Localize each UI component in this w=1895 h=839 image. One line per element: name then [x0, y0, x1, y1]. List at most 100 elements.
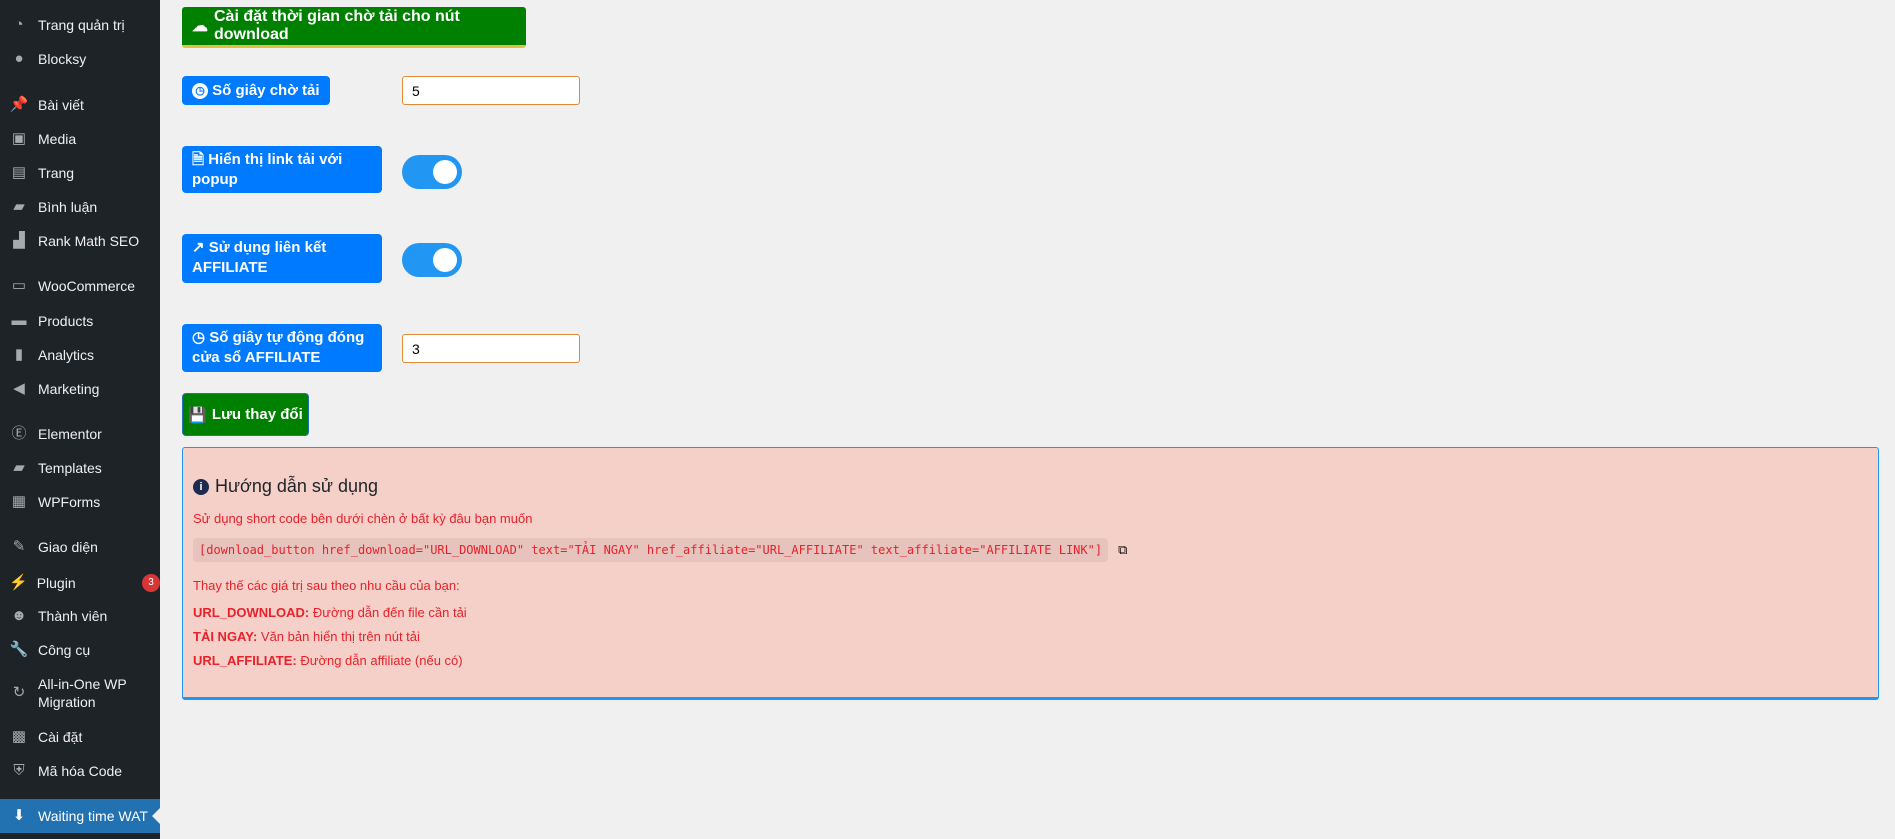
param-key: TẢI NGAY: [193, 629, 258, 644]
admin-sidebar: ◔ Trang quản trị ● Blocksy 📌 Bài viết ▣ Media ▤ T… [0, 0, 160, 839]
media-icon: ▣ [11, 130, 27, 147]
products-icon: ▬ [11, 312, 27, 329]
param-desc: Đường dẫn đến file cần tải [309, 605, 467, 620]
update-count-badge: 3 [142, 574, 160, 592]
auto-close-label: ◷ Số giây tự động đóng cửa sổ AFFILIATE [182, 324, 382, 372]
floppy-disk-icon: 💾 [188, 406, 207, 424]
sidebar-item-label: Công cụ [38, 642, 91, 658]
sidebar-item-label: Bài viết [38, 97, 84, 113]
sidebar-item-media[interactable]: ▣ Media [0, 122, 160, 156]
brush-icon: ✎ [12, 538, 26, 555]
guide-param: URL_DOWNLOAD: Đường dẫn đến file cần tải [193, 605, 1868, 620]
settings-icon: ▩ [11, 728, 27, 745]
sidebar-item-woocommerce[interactable]: ▭ WooCommerce [0, 269, 160, 303]
sidebar-item-m-h-a-code[interactable]: ⛨ Mã hóa Code [0, 754, 160, 788]
sidebar-item-label: Waiting time WAT [38, 808, 148, 824]
auto-close-input[interactable] [402, 334, 580, 363]
comments-icon: ▰ [13, 198, 25, 215]
usage-guide-panel: i Hướng dẫn sử dụng Sử dụng short code bê… [182, 447, 1879, 700]
sidebar-item-label: All-in-One WP Migration [38, 676, 127, 710]
sidebar-item-waiting-time-wat[interactable]: ⬇ Waiting time WAT [0, 799, 160, 833]
guide-title: i Hướng dẫn sử dụng [193, 476, 1868, 497]
plugin-icon: ⚡ [9, 574, 28, 591]
rankmath-icon: ▟ [13, 232, 25, 249]
sidebar-item-label: Giao diện [38, 539, 98, 555]
sidebar-item-marketing[interactable]: ◀ Marketing [0, 372, 160, 406]
woocommerce-icon: ▭ [11, 277, 27, 294]
clock-icon: ◷ [192, 329, 206, 346]
guide-param: TẢI NGAY: Văn bản hiển thị trên nút tải [193, 629, 1868, 644]
folder-icon: ▰ [13, 459, 25, 476]
sidebar-item-label: Bình luận [38, 199, 98, 215]
migration-icon: ↻ [12, 684, 26, 701]
affiliate-label: ↗ Sử dụng liên kết AFFILIATE [182, 234, 382, 283]
sidebar-item-giao-di-n[interactable]: ✎ Giao diện [0, 530, 160, 564]
wpforms-icon: ▦ [11, 493, 27, 510]
sidebar-item-label: WPForms [38, 494, 101, 510]
wait-seconds-input[interactable] [402, 76, 580, 105]
clock-icon: ◷ [192, 82, 208, 99]
sidebar-item-label: Rank Math SEO [38, 233, 140, 249]
sidebar-item-c-i-t[interactable]: ▩ Cài đặt [0, 720, 160, 754]
sidebar-item-label: Mã hóa Code [38, 763, 123, 779]
sidebar-item-label: Plugin [36, 575, 76, 591]
analytics-icon: ▮ [14, 346, 24, 363]
info-icon: i [193, 478, 209, 495]
param-key: URL_DOWNLOAD: [193, 605, 310, 620]
sidebar-item-wpforms[interactable]: ▦ WPForms [0, 485, 160, 519]
dashboard-icon: ◔ [14, 16, 24, 33]
guide-param: URL_AFFILIATE: Đường dẫn affiliate (nếu … [193, 653, 1868, 668]
sidebar-item-label: Elementor [38, 426, 102, 442]
sidebar-item-label: Marketing [38, 381, 100, 397]
sidebar-item-label: Media [38, 131, 77, 147]
sidebar-item-plugin[interactable]: ⚡ Plugin 3 [0, 566, 160, 600]
replace-intro: Thay thế các giá trị sau theo nhu cầu củ… [193, 578, 460, 593]
param-desc: Văn bản hiển thị trên nút tải [257, 629, 420, 644]
blocksy-icon: ● [14, 50, 24, 67]
sidebar-item-all-in-one-wp-migration[interactable]: ↻ All-in-One WP Migration [0, 673, 160, 713]
sidebar-item-label: Blocksy [38, 51, 87, 67]
sidebar-item-label: Thành viên [38, 608, 108, 624]
sidebar-item-products[interactable]: ▬ Products [0, 304, 160, 338]
sidebar-item-label: Products [38, 313, 94, 329]
sidebar-item-analytics[interactable]: ▮ Analytics [0, 338, 160, 372]
sidebar-item-c-ng-c-[interactable]: 🔧 Công cụ [0, 633, 160, 667]
sidebar-item-label: Analytics [38, 347, 95, 363]
elementor-icon: Ⓔ [11, 425, 27, 442]
sidebar-item-th-nh-vi-n[interactable]: ☻ Thành viên [0, 599, 160, 633]
shield-icon: ⛨ [13, 762, 25, 779]
sidebar-item-b-nh-lu-n[interactable]: ▰ Bình luận [0, 190, 160, 224]
copy-icon[interactable]: ⧉ [1118, 542, 1127, 558]
param-desc: Đường dẫn affiliate (nếu có) [296, 653, 463, 668]
download-settings-header-button[interactable]: ☁ Cài đặt thời gian chờ tải cho nút down… [182, 7, 526, 48]
affiliate-toggle[interactable] [402, 243, 462, 277]
sidebar-item-b-i-vi-t[interactable]: 📌 Bài viết [0, 88, 160, 122]
download-icon: ⬇ [12, 807, 26, 824]
sidebar-item-templates[interactable]: ▰ Templates [0, 451, 160, 485]
megaphone-icon: ◀ [13, 380, 25, 397]
external-link-icon: ↗ [192, 239, 205, 256]
sidebar-item-blocksy[interactable]: ● Blocksy [0, 42, 160, 76]
shortcode-text[interactable]: [download_button href_download="URL_DOWN… [193, 538, 1109, 562]
sidebar-item-rank-math-seo[interactable]: ▟ Rank Math SEO [0, 224, 160, 258]
sidebar-item-label: Trang [38, 165, 75, 181]
user-icon: ☻ [11, 607, 27, 624]
sidebar-item-label: Templates [38, 460, 102, 476]
popup-label: 🗎 Hiển thị link tải với popup [182, 146, 382, 193]
pin-icon: 📌 [9, 96, 29, 113]
wrench-icon: 🔧 [9, 641, 29, 658]
sidebar-item-label: Cài đặt [38, 729, 83, 745]
save-button[interactable]: 💾 Lưu thay đổi [182, 393, 309, 436]
sidebar-item-label: WooCommerce [38, 278, 135, 294]
guide-intro: Sử dụng short code bên dưới chèn ở bất k… [193, 511, 533, 526]
cloud-download-icon: ☁ [192, 18, 208, 35]
sidebar-item-trang[interactable]: ▤ Trang [0, 156, 160, 190]
sidebar-item-label: Trang quản trị [38, 17, 125, 33]
popup-toggle[interactable] [402, 155, 462, 189]
sidebar-item-elementor[interactable]: Ⓔ Elementor [0, 417, 160, 451]
file-download-icon: 🗎 [192, 151, 205, 168]
wait-seconds-label: ◷ Số giây chờ tải [182, 76, 330, 105]
sidebar-item-trang-qu-n-tr-[interactable]: ◔ Trang quản trị [0, 8, 160, 42]
param-key: URL_AFFILIATE: [193, 653, 297, 668]
pages-icon: ▤ [11, 164, 27, 181]
